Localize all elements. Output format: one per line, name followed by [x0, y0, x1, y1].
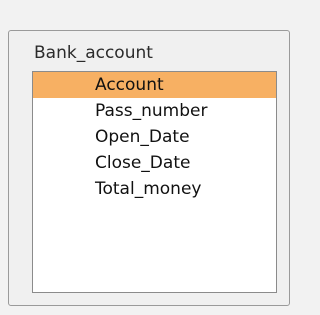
field-item-open-date[interactable]: Open_Date: [33, 124, 276, 150]
table-title: Bank_account: [34, 43, 153, 63]
field-item-account[interactable]: Account: [33, 72, 276, 98]
table-field-list-window: Bank_account Account Pass_number Open_Da…: [8, 30, 290, 306]
field-item-label: Close_Date: [95, 153, 191, 173]
field-item-label: Open_Date: [95, 127, 190, 147]
field-item-label: Total_money: [95, 179, 202, 199]
field-item-pass-number[interactable]: Pass_number: [33, 98, 276, 124]
field-item-label: Account: [95, 75, 164, 95]
field-item-close-date[interactable]: Close_Date: [33, 150, 276, 176]
field-list[interactable]: Account Pass_number Open_Date Close_Date…: [32, 71, 277, 293]
field-item-label: Pass_number: [95, 101, 208, 121]
field-item-total-money[interactable]: Total_money: [33, 176, 276, 202]
